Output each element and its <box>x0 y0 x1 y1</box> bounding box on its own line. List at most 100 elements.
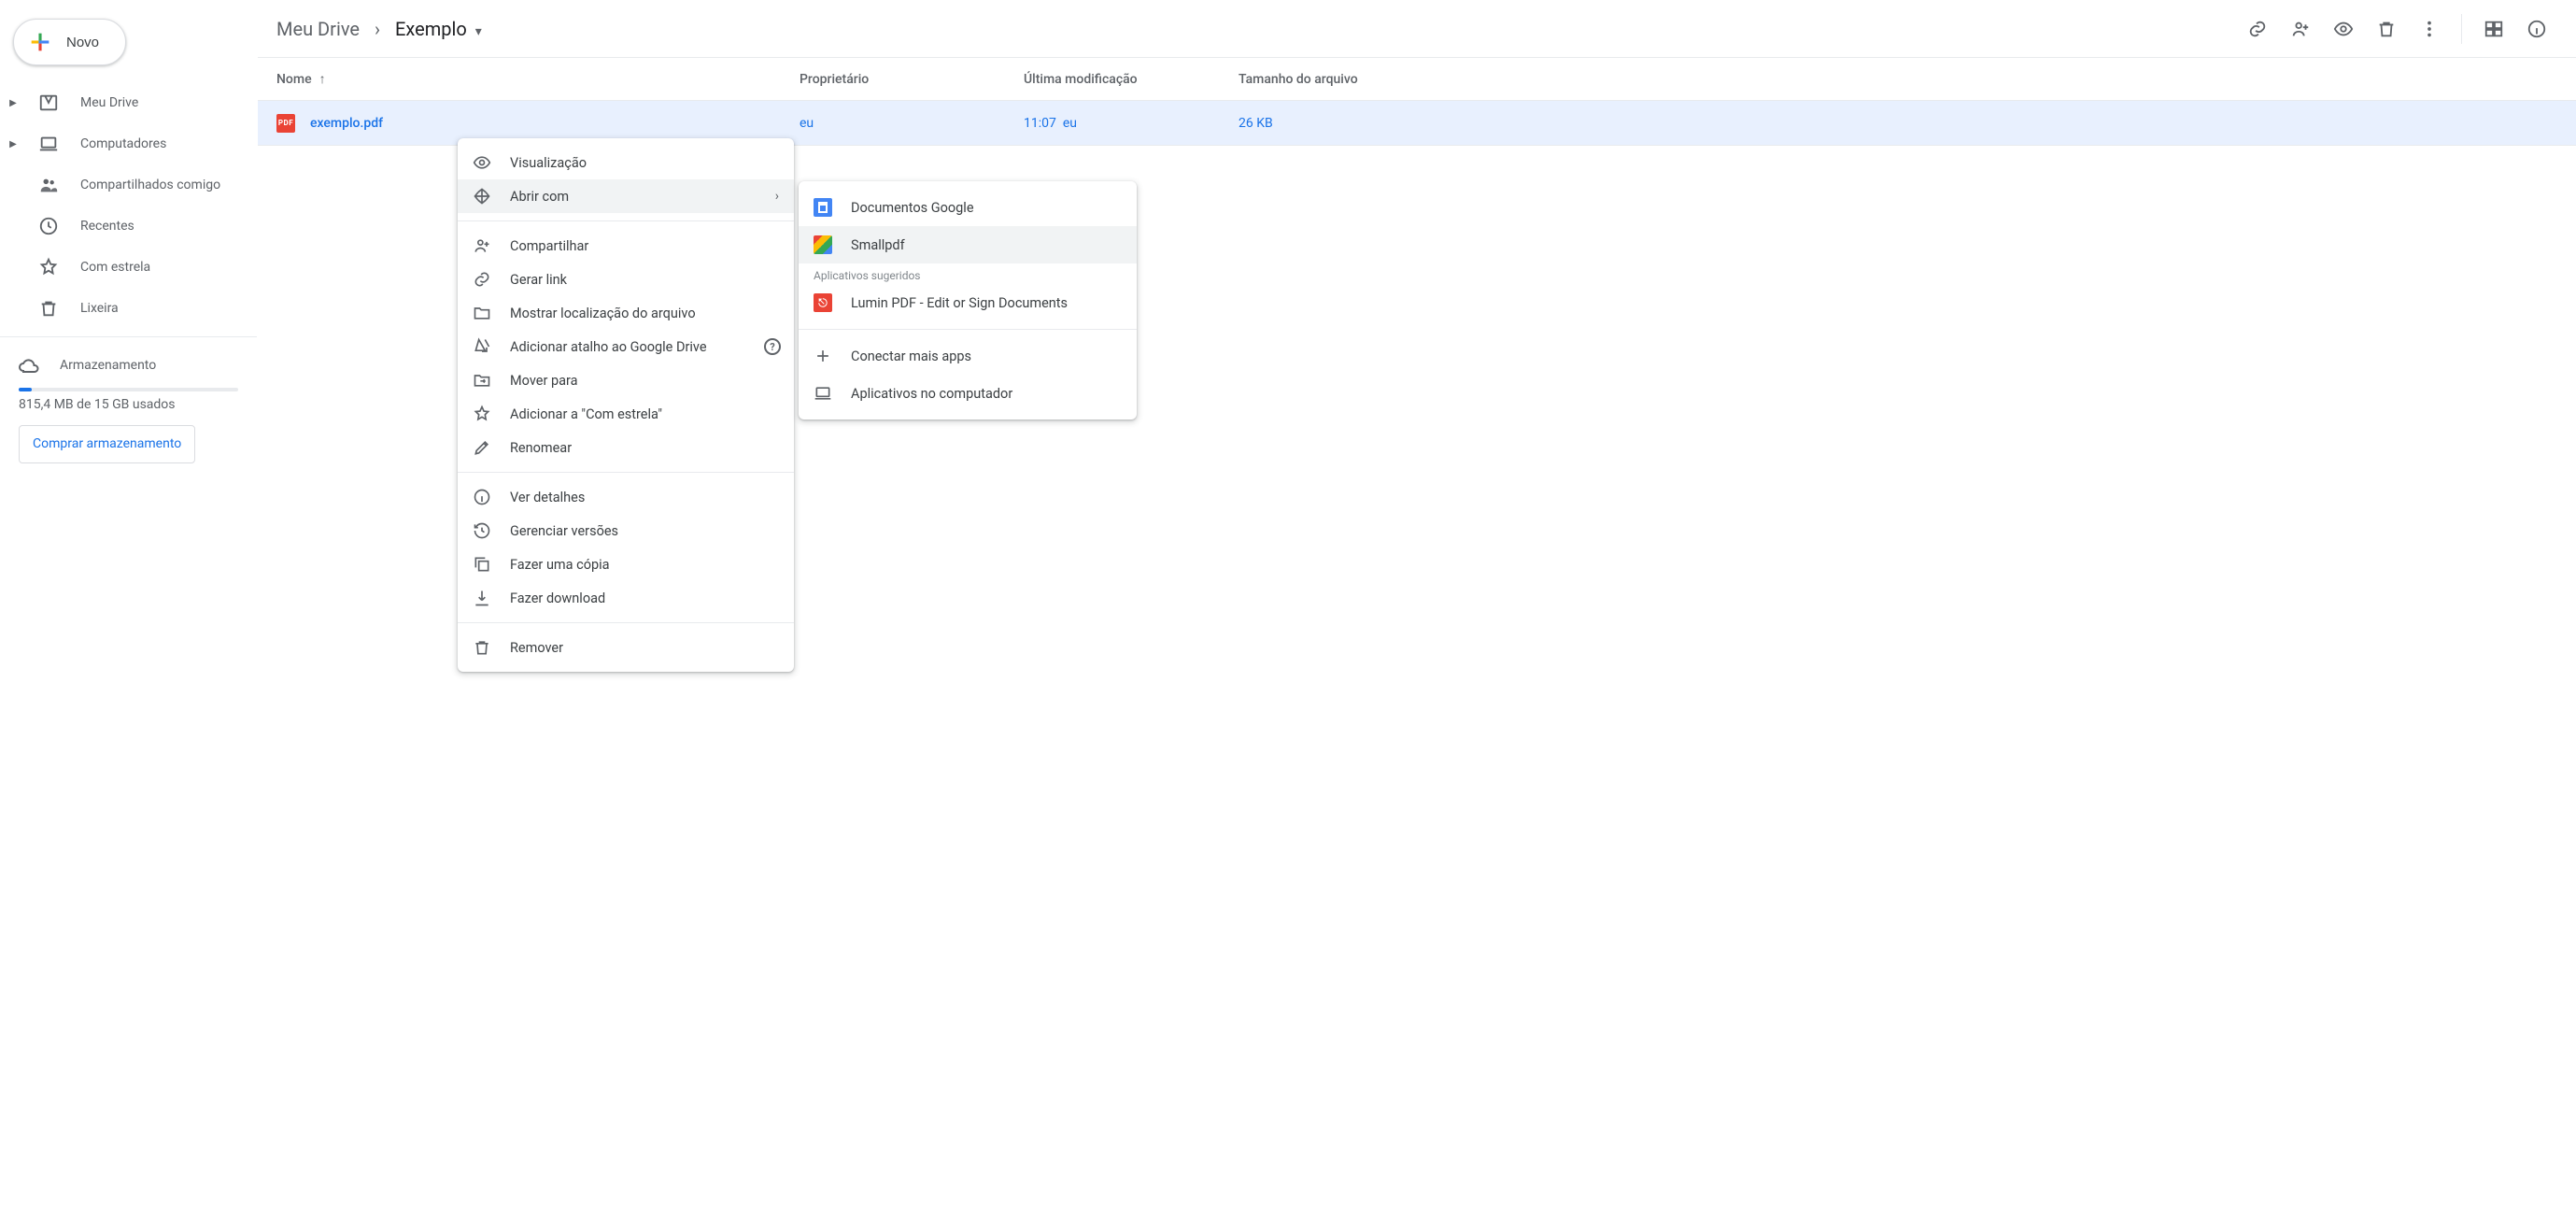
sidebar-item-recent[interactable]: ▶ Recentes <box>0 206 257 247</box>
help-icon: ? <box>764 338 781 355</box>
divider <box>799 329 1137 330</box>
lumin-icon: ⎋ <box>814 293 832 312</box>
breadcrumb-root[interactable]: Meu Drive <box>267 12 369 46</box>
preview-button[interactable] <box>2323 8 2364 50</box>
open-with-submenu: Documentos Google Smallpdf Aplicativos s… <box>799 181 1137 420</box>
people-icon <box>37 174 60 196</box>
menu-item-move-to[interactable]: Mover para <box>458 363 794 397</box>
drive-shortcut-icon <box>473 337 491 356</box>
menu-item-download[interactable]: Fazer download <box>458 581 794 615</box>
folder-icon <box>473 304 491 322</box>
new-button-label: Novo <box>66 35 99 50</box>
list-header: Nome ↑ Proprietário Última modificação T… <box>258 58 2576 101</box>
menu-item-details[interactable]: Ver detalhes <box>458 480 794 514</box>
sidebar-item-starred[interactable]: ▶ Com estrela <box>0 247 257 288</box>
column-header-owner[interactable]: Proprietário <box>800 72 1024 87</box>
more-actions-button[interactable] <box>2409 8 2450 50</box>
storage-usage-text: 815,4 MB de 15 GB usados <box>19 397 238 412</box>
download-icon <box>473 589 491 607</box>
submenu-item-connect-more[interactable]: Conectar mais apps <box>799 337 1137 375</box>
drive-icon <box>37 92 60 114</box>
column-header-size[interactable]: Tamanho do arquivo <box>1238 72 2557 87</box>
menu-item-preview[interactable]: Visualização <box>458 146 794 179</box>
chevron-right-icon: ▶ <box>9 139 17 149</box>
sidebar-item-label: Meu Drive <box>80 95 138 110</box>
toolbar-actions <box>2237 8 2557 50</box>
context-menu: Visualização Abrir com › Compartilhar Ge… <box>458 138 794 672</box>
laptop-icon <box>37 133 60 155</box>
sidebar-item-shared[interactable]: ▶ Compartilhados comigo <box>0 164 257 206</box>
star-icon <box>37 256 60 278</box>
trash-icon <box>37 297 60 320</box>
menu-item-copy[interactable]: Fazer uma cópia <box>458 548 794 581</box>
buy-storage-button[interactable]: Comprar armazenamento <box>19 425 195 463</box>
column-header-name[interactable]: Nome ↑ <box>276 71 800 87</box>
submenu-item-on-computer[interactable]: Aplicativos no computador <box>799 375 1137 412</box>
plus-icon <box>27 29 53 55</box>
file-name: exemplo.pdf <box>310 116 383 131</box>
menu-item-show-location[interactable]: Mostrar localização do arquivo <box>458 296 794 330</box>
sidebar-item-computers[interactable]: ▶ Computadores <box>0 123 257 164</box>
smallpdf-icon <box>814 235 832 254</box>
column-header-modified[interactable]: Última modificação <box>1024 72 1238 87</box>
copy-icon <box>473 555 491 574</box>
move-icon <box>473 187 491 206</box>
divider <box>0 336 257 337</box>
menu-item-get-link[interactable]: Gerar link <box>458 263 794 296</box>
menu-item-share[interactable]: Compartilhar <box>458 229 794 263</box>
folder-move-icon <box>473 371 491 390</box>
chevron-right-icon: › <box>775 189 779 204</box>
cloud-icon <box>17 354 39 377</box>
submenu-item-smallpdf[interactable]: Smallpdf <box>799 226 1137 263</box>
menu-item-add-shortcut[interactable]: Adicionar atalho ao Google Drive ? <box>458 330 794 363</box>
submenu-heading-suggested: Aplicativos sugeridos <box>799 263 1137 284</box>
storage-bar <box>19 388 238 391</box>
chevron-right-icon: › <box>375 18 380 40</box>
submenu-item-docs[interactable]: Documentos Google <box>799 189 1137 226</box>
sidebar-item-trash[interactable]: ▶ Lixeira <box>0 288 257 329</box>
divider <box>458 220 794 221</box>
breadcrumb-current[interactable]: Exemplo ▾ <box>386 12 491 46</box>
view-grid-button[interactable] <box>2473 8 2514 50</box>
new-button[interactable]: Novo <box>13 19 126 65</box>
storage-label: Armazenamento <box>60 358 156 373</box>
breadcrumb: Meu Drive › Exemplo ▾ <box>267 12 491 46</box>
chevron-down-icon: ▾ <box>472 24 482 39</box>
pdf-icon: PDF <box>276 114 295 133</box>
delete-button[interactable] <box>2366 8 2407 50</box>
menu-item-open-with[interactable]: Abrir com › <box>458 179 794 213</box>
history-icon <box>473 521 491 540</box>
storage-bar-fill <box>19 388 32 391</box>
menu-item-versions[interactable]: Gerenciar versões <box>458 514 794 548</box>
file-size: 26 KB <box>1238 116 2557 131</box>
sidebar-item-label: Com estrela <box>80 260 150 275</box>
file-modified: 11:07 eu <box>1024 116 1238 131</box>
menu-item-add-star[interactable]: Adicionar a "Com estrela" <box>458 397 794 431</box>
share-icon <box>473 236 491 255</box>
eye-icon <box>473 153 491 172</box>
sidebar-item-my-drive[interactable]: ▶ Meu Drive <box>0 82 257 123</box>
divider <box>2461 14 2462 44</box>
star-icon <box>473 405 491 423</box>
sort-arrow-up-icon: ↑ <box>319 71 326 87</box>
submenu-item-lumin[interactable]: ⎋ Lumin PDF - Edit or Sign Documents <box>799 284 1137 321</box>
get-link-button[interactable] <box>2237 8 2278 50</box>
sidebar-item-label: Computadores <box>80 136 166 151</box>
trash-icon <box>473 638 491 657</box>
info-icon <box>473 488 491 506</box>
menu-item-rename[interactable]: Renomear <box>458 431 794 464</box>
info-button[interactable] <box>2516 8 2557 50</box>
pencil-icon <box>473 438 491 457</box>
plus-icon <box>814 347 832 365</box>
clock-icon <box>37 215 60 237</box>
menu-item-remove[interactable]: Remover <box>458 631 794 664</box>
sidebar: Novo ▶ Meu Drive ▶ Computadores ▶ Compar… <box>0 0 257 1209</box>
link-icon <box>473 270 491 289</box>
sidebar-item-label: Recentes <box>80 219 134 234</box>
sidebar-item-label: Compartilhados comigo <box>80 178 220 192</box>
sidebar-item-storage[interactable]: Armazenamento <box>19 354 238 377</box>
google-docs-icon <box>814 198 832 217</box>
laptop-icon <box>814 384 832 403</box>
file-owner: eu <box>800 116 1024 131</box>
share-button[interactable] <box>2280 8 2321 50</box>
